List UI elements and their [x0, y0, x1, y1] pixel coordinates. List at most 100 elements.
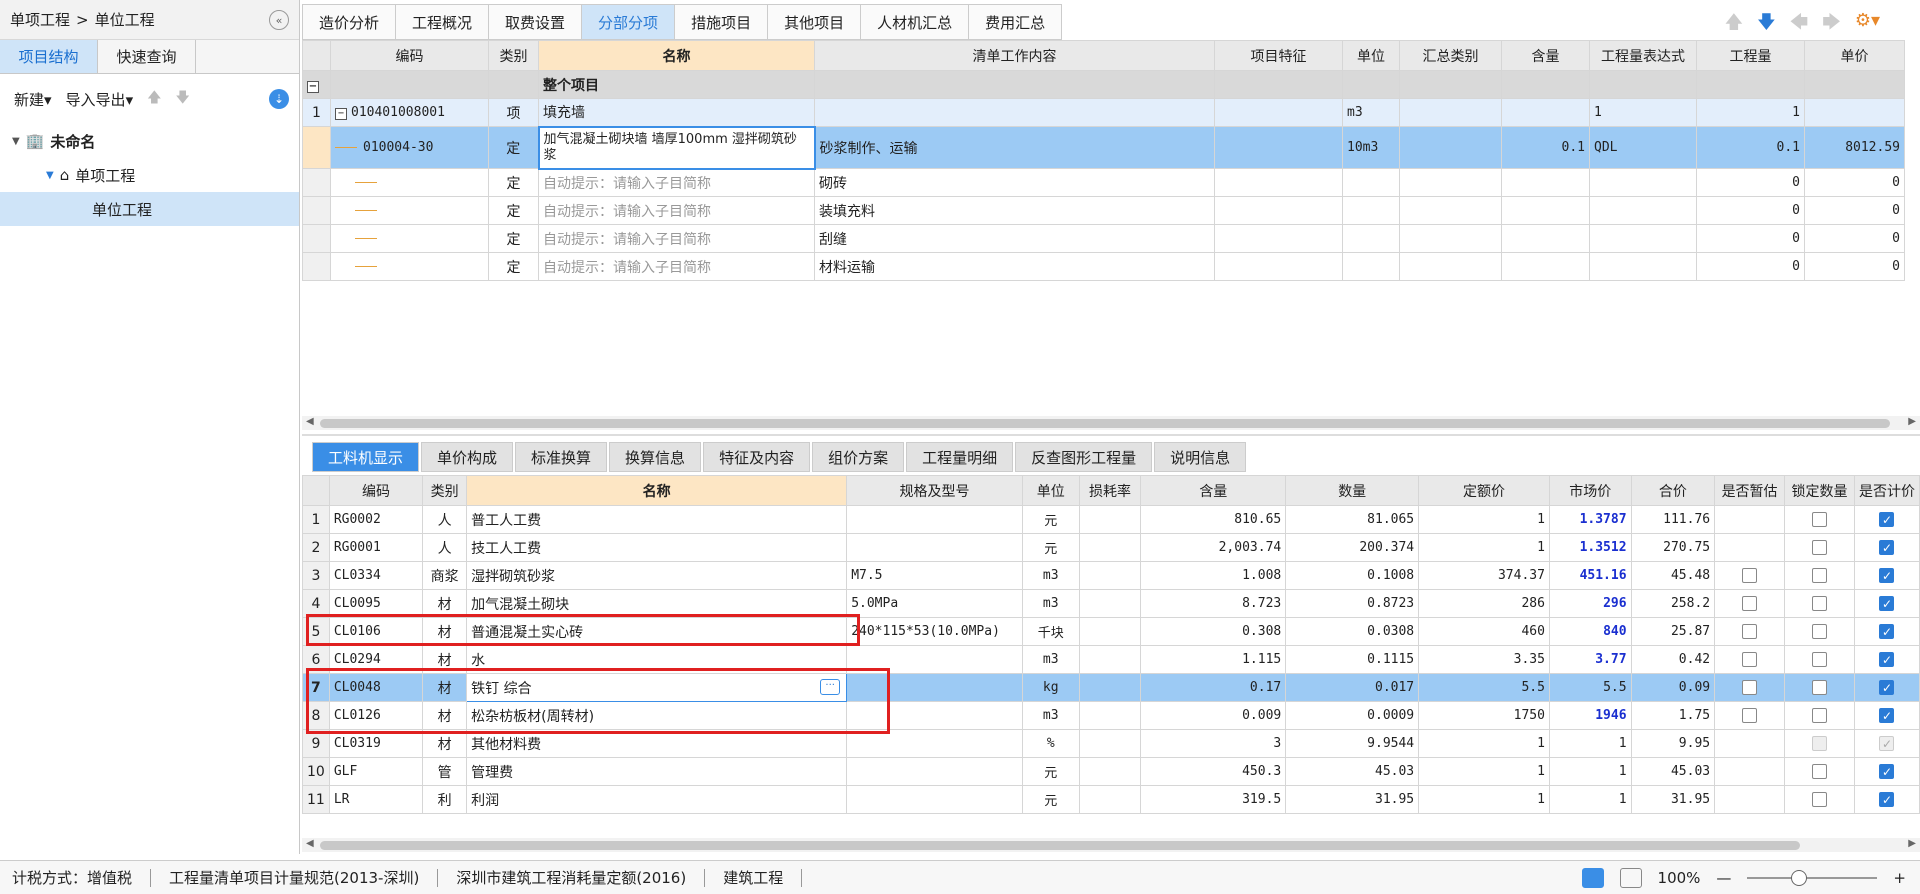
- resource-code[interactable]: LR: [328, 785, 424, 814]
- resource-unit[interactable]: 元: [1021, 505, 1080, 534]
- tab-description[interactable]: 说明信息: [1154, 442, 1247, 472]
- breadcrumb-item[interactable]: 单位工程: [95, 9, 155, 30]
- column-header[interactable]: 单位: [1342, 40, 1400, 71]
- is-priced-cell[interactable]: ✓: [1853, 589, 1920, 618]
- is-estimated-cell[interactable]: [1714, 533, 1786, 562]
- column-header[interactable]: 市场价: [1548, 475, 1632, 506]
- is-priced-cell[interactable]: ✓: [1853, 533, 1920, 562]
- breadcrumb-item[interactable]: 单项工程: [10, 9, 70, 30]
- scroll-left-icon[interactable]: ◀: [306, 416, 314, 427]
- lock-quantity-cell[interactable]: [1784, 757, 1855, 786]
- resource-unit[interactable]: m3: [1021, 645, 1080, 674]
- move-down-icon[interactable]: 🡇: [176, 87, 190, 111]
- sub-item-content[interactable]: 砌砖: [814, 168, 1215, 197]
- resource-code[interactable]: CL0294: [328, 645, 424, 674]
- is-priced-cell[interactable]: ✓: [1853, 757, 1920, 786]
- resource-quota-price[interactable]: 3.35: [1418, 645, 1550, 674]
- zoom-slider[interactable]: [1747, 869, 1878, 886]
- sub-item-row[interactable]: 定 自动提示：请输入子目简称 装填充料 0 0: [302, 196, 1905, 225]
- resource-name[interactable]: 管理费: [466, 757, 848, 786]
- column-header[interactable]: 名称: [538, 40, 815, 71]
- zoom-slider-knob[interactable]: [1791, 869, 1808, 886]
- lock-quantity-cell[interactable]: [1784, 729, 1855, 758]
- resource-code[interactable]: GLF: [328, 757, 424, 786]
- checkbox[interactable]: ✓: [1879, 540, 1895, 555]
- resource-loss-rate[interactable]: [1078, 533, 1142, 562]
- resource-market-price[interactable]: 1: [1548, 757, 1632, 786]
- resource-loss-rate[interactable]: [1078, 673, 1142, 702]
- is-estimated-cell[interactable]: [1714, 729, 1786, 758]
- lock-quantity-cell[interactable]: [1784, 645, 1855, 674]
- column-header[interactable]: 类别: [488, 40, 539, 71]
- resource-quota-price[interactable]: 5.5: [1418, 673, 1550, 702]
- resource-spec[interactable]: [846, 729, 1023, 758]
- checkbox[interactable]: ✓: [1879, 568, 1895, 583]
- resource-row[interactable]: 1 RG0002 人普工人工费元 810.65 81.065 1 1.3787 111.76 ✓: [302, 505, 1920, 534]
- resource-quota-price[interactable]: 286: [1418, 589, 1550, 618]
- is-estimated-cell[interactable]: [1714, 589, 1786, 618]
- expand-icon[interactable]: ▼: [12, 136, 20, 147]
- tab-features-content[interactable]: 特征及内容: [703, 442, 811, 472]
- scroll-left-icon[interactable]: ◀: [306, 838, 314, 849]
- quota-name-input[interactable]: 加气混凝土砌块墙 墙厚100mm 湿拌砌筑砂浆: [537, 125, 816, 170]
- lock-quantity-cell[interactable]: [1784, 533, 1855, 562]
- resource-content[interactable]: 1.115: [1140, 645, 1287, 674]
- resource-spec[interactable]: 240*115*53(10.0MPa): [846, 617, 1023, 646]
- checkbox[interactable]: ✓: [1879, 792, 1895, 807]
- resource-loss-rate[interactable]: [1078, 505, 1142, 534]
- column-header[interactable]: 锁定数量: [1784, 475, 1855, 506]
- resource-row[interactable]: 2 RG0001 人技工人工费 元 2,003.74 200.374 1 1.3512 270.…: [302, 533, 1920, 562]
- is-priced-cell[interactable]: ✓: [1853, 505, 1920, 534]
- tab-standard-conversion[interactable]: 标准换算: [515, 442, 608, 472]
- column-header[interactable]: 单位: [1021, 475, 1080, 506]
- column-header[interactable]: 是否暂估: [1714, 475, 1786, 506]
- tab-other-items[interactable]: 其他项目: [767, 4, 861, 40]
- resource-code[interactable]: CL0126: [328, 701, 424, 730]
- resource-quota-price[interactable]: 1: [1418, 757, 1550, 786]
- zoom-in-icon[interactable]: +: [1893, 869, 1906, 887]
- resource-quantity[interactable]: 81.065: [1285, 505, 1420, 534]
- resource-quota-price[interactable]: 1: [1418, 729, 1550, 758]
- tab-graphic-quantity[interactable]: 反查图形工程量: [1015, 442, 1153, 472]
- resource-unit[interactable]: 元: [1021, 757, 1080, 786]
- resource-quota-price[interactable]: 1: [1418, 533, 1550, 562]
- resource-quantity[interactable]: 0.0009: [1285, 701, 1420, 730]
- resource-market-price[interactable]: 1.3787: [1548, 505, 1632, 534]
- column-header[interactable]: 类别: [422, 475, 468, 506]
- bottom-grid-horizontal-scrollbar[interactable]: ◀ ▶: [302, 838, 1920, 852]
- resource-name[interactable]: 水: [466, 645, 848, 674]
- resource-quantity[interactable]: 31.95: [1285, 785, 1420, 814]
- tab-project-overview[interactable]: 工程概况: [395, 4, 489, 40]
- sub-item-content[interactable]: 刮缝: [814, 224, 1215, 253]
- checkbox[interactable]: ✓: [1879, 624, 1895, 639]
- resource-spec[interactable]: [846, 645, 1023, 674]
- quota-quantity[interactable]: 0.1: [1696, 126, 1805, 169]
- resource-spec[interactable]: M7.5: [846, 561, 1023, 590]
- resource-type[interactable]: 人: [422, 533, 468, 562]
- column-header[interactable]: 单价: [1804, 40, 1905, 71]
- bill-row[interactable]: 1 −010401008001 项 填充墙 m3 1 1: [302, 98, 1905, 127]
- column-header[interactable]: 含量: [1501, 40, 1590, 71]
- scroll-right-icon[interactable]: ▶: [1908, 838, 1916, 849]
- checkbox[interactable]: [1742, 596, 1758, 611]
- resource-name[interactable]: 湿拌砌筑砂浆: [466, 561, 848, 590]
- quota-unit[interactable]: 10m3: [1342, 126, 1400, 169]
- resource-total[interactable]: 31.95: [1630, 785, 1716, 814]
- resource-name-input[interactable]: 铁钉 综合 ···: [466, 673, 848, 702]
- scrollbar-thumb[interactable]: [320, 841, 1800, 850]
- checkbox[interactable]: ✓: [1879, 764, 1895, 779]
- sub-item-hint[interactable]: 自动提示：请输入子目简称: [538, 252, 815, 281]
- resource-quota-price[interactable]: 1: [1418, 785, 1550, 814]
- checkbox[interactable]: ✓: [1879, 652, 1895, 667]
- bill-type[interactable]: 项: [488, 98, 539, 127]
- collapse-icon[interactable]: −: [335, 108, 347, 120]
- sub-item-row[interactable]: 定 自动提示：请输入子目简称 砌砖 0 0: [302, 168, 1905, 197]
- resource-quantity[interactable]: 0.8723: [1285, 589, 1420, 618]
- is-estimated-cell[interactable]: [1714, 505, 1786, 534]
- column-header[interactable]: 含量: [1140, 475, 1287, 506]
- resource-name[interactable]: 松杂枋板材(周转材): [466, 701, 848, 730]
- column-header[interactable]: 工程量表达式: [1589, 40, 1697, 71]
- resource-loss-rate[interactable]: [1078, 645, 1142, 674]
- resource-unit[interactable]: 元: [1021, 785, 1080, 814]
- is-estimated-cell[interactable]: [1714, 645, 1786, 674]
